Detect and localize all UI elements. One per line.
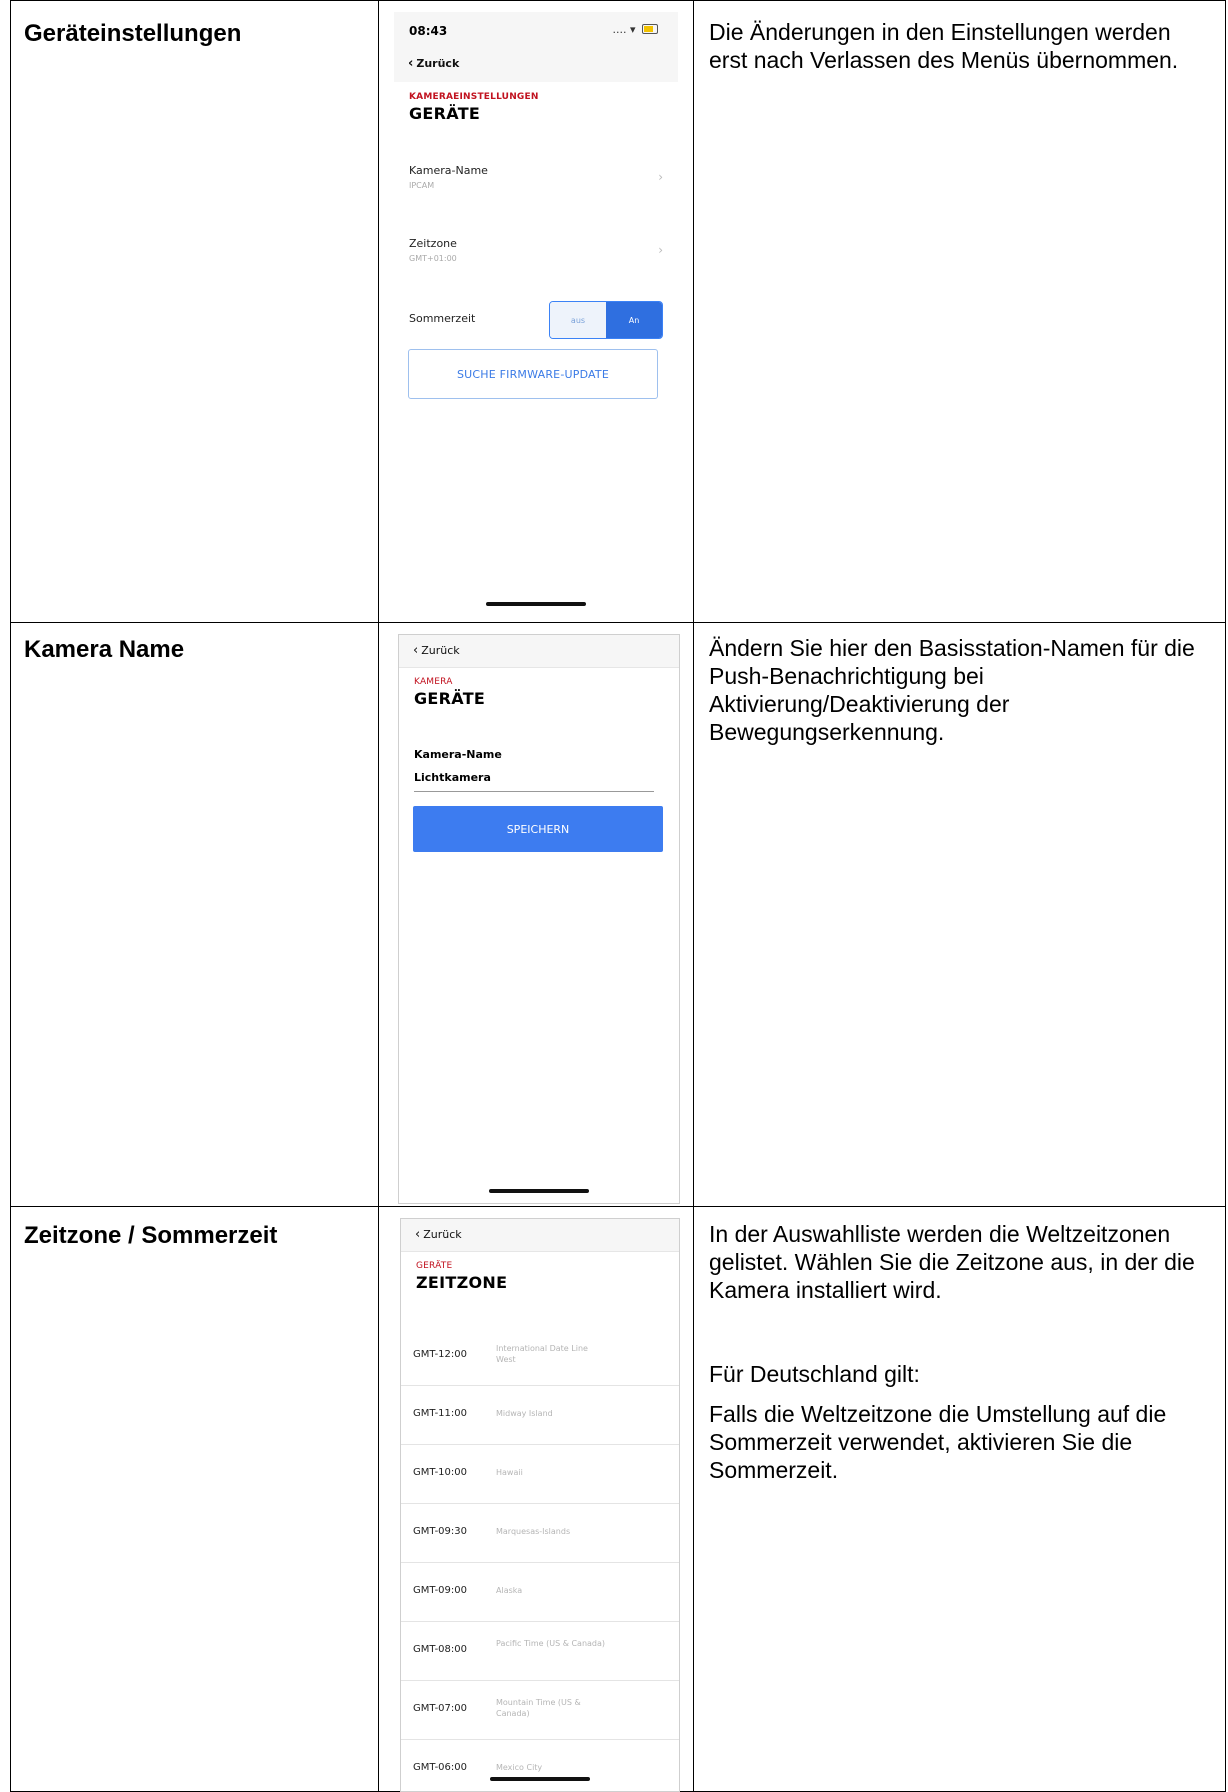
home-indicator bbox=[486, 602, 586, 606]
row-title: Geräteinstellungen bbox=[24, 20, 242, 47]
description-paragraph: Für Deutschland gilt: bbox=[709, 1361, 920, 1387]
table-border-top bbox=[10, 0, 1226, 1]
phone-screenshot-camera-name: ‹ Zurück KAMERA GERÄTE Kamera-Name Lichtk… bbox=[398, 634, 680, 1204]
screen-kicker: KAMERAEINSTELLUNGEN bbox=[409, 92, 539, 102]
save-button[interactable]: SPEICHERN bbox=[413, 806, 663, 852]
timezone-code: GMT-08:00 bbox=[413, 1644, 467, 1655]
table-border-right bbox=[1225, 0, 1226, 1792]
row-title: Zeitzone / Sommerzeit bbox=[24, 1222, 278, 1249]
timezone-name: Hawaii bbox=[496, 1468, 523, 1477]
timezone-name: Midway Island bbox=[496, 1409, 553, 1418]
navbar: ‹ Zurück bbox=[394, 46, 678, 82]
timezone-row[interactable]: GMT-09:30 Marquesas-Islands bbox=[401, 1504, 679, 1563]
screen-kicker: KAMERA bbox=[414, 677, 453, 687]
dst-toggle[interactable]: aus An bbox=[549, 301, 663, 339]
timezone-code: GMT-12:00 bbox=[413, 1349, 467, 1360]
chevron-left-icon: ‹ bbox=[413, 643, 419, 658]
back-label: Zurück bbox=[421, 644, 460, 657]
dst-off-option[interactable]: aus bbox=[550, 302, 606, 338]
signal-icon: .... bbox=[612, 23, 627, 36]
chevron-left-icon: ‹ bbox=[408, 56, 414, 71]
row-divider bbox=[10, 1206, 1226, 1207]
firmware-update-button[interactable]: SUCHE FIRMWARE-UPDATE bbox=[408, 349, 658, 399]
back-button[interactable]: ‹ Zurück bbox=[408, 56, 459, 71]
instruction-table: Geräteinstellungen 08:43 .... ▾ ‹ Zurück … bbox=[10, 0, 1226, 1792]
description-paragraph: In der Auswahlliste werden die Weltzeitz… bbox=[709, 1221, 1195, 1303]
status-bar: 08:43 .... ▾ bbox=[394, 12, 678, 46]
wifi-icon: ▾ bbox=[629, 23, 636, 36]
back-label: Zurück bbox=[416, 57, 460, 70]
timezone-code: GMT-09:00 bbox=[413, 1585, 467, 1596]
row-title: Kamera Name bbox=[24, 636, 185, 663]
row-description: In der Auswahlliste werden die Weltzeitz… bbox=[709, 1220, 1209, 1484]
timezone-row[interactable]: GMT-11:00 Midway Island bbox=[401, 1386, 679, 1445]
phone-screenshot-device-settings: 08:43 .... ▾ ‹ Zurück KAMERAEINSTELLUNGEN… bbox=[394, 12, 678, 616]
timezone-row[interactable]: GMT-10:00 Hawaii bbox=[401, 1445, 679, 1504]
table-border-left bbox=[10, 0, 11, 1792]
timezone-name: Marquesas-Islands bbox=[496, 1527, 571, 1536]
row-divider bbox=[10, 622, 1226, 623]
chevron-right-icon: › bbox=[658, 243, 663, 257]
timezone-list: GMT-12:00 International Date Line West G… bbox=[401, 1327, 679, 1791]
phone-screenshot-timezone: ‹ Zurück GERÄTE ZEITZONE GMT-12:00 Intern… bbox=[400, 1218, 680, 1792]
description-paragraph: Falls die Weltzeitzone die Umstellung au… bbox=[709, 1401, 1167, 1483]
row-description: Die Änderungen in den Einstellungen werd… bbox=[709, 18, 1209, 74]
dst-label: Sommerzeit bbox=[409, 312, 476, 325]
screen-title: ZEITZONE bbox=[416, 1273, 508, 1292]
timezone-code: GMT-11:00 bbox=[413, 1408, 467, 1419]
setting-label: Zeitzone bbox=[409, 237, 457, 250]
timezone-row[interactable]: GMT-06:00 Mexico City bbox=[401, 1740, 679, 1791]
setting-label: Kamera-Name bbox=[409, 164, 488, 177]
chevron-left-icon: ‹ bbox=[415, 1227, 421, 1242]
timezone-code: GMT-09:30 bbox=[413, 1526, 467, 1537]
status-icons: .... ▾ bbox=[612, 23, 658, 36]
status-time: 08:43 bbox=[409, 24, 448, 38]
timezone-row[interactable]: GMT-09:00 Alaska bbox=[401, 1563, 679, 1622]
row-description: Ändern Sie hier den Basisstation-Namen f… bbox=[709, 634, 1209, 746]
timezone-name: Mexico City bbox=[496, 1763, 543, 1772]
column-divider bbox=[378, 0, 379, 1792]
navbar: ‹ Zurück bbox=[401, 1219, 679, 1252]
timezone-name: Pacific Time (US & Canada) bbox=[496, 1639, 606, 1648]
camera-name-input[interactable]: Lichtkamera bbox=[414, 771, 654, 792]
timezone-code: GMT-10:00 bbox=[413, 1467, 467, 1478]
screen-title: GERÄTE bbox=[414, 689, 486, 708]
timezone-name: Mountain Time (US & Canada) bbox=[496, 1698, 581, 1718]
back-button[interactable]: ‹ Zurück bbox=[415, 1227, 462, 1242]
battery-icon bbox=[642, 24, 658, 34]
navbar: ‹ Zurück bbox=[399, 635, 679, 668]
timezone-row[interactable]: GMT-07:00 Mountain Time (US & Canada) bbox=[401, 1681, 679, 1740]
dst-on-option[interactable]: An bbox=[606, 302, 662, 338]
field-label: Kamera-Name bbox=[414, 748, 502, 761]
home-indicator bbox=[490, 1777, 590, 1781]
timezone-name: Alaska bbox=[496, 1586, 523, 1595]
chevron-right-icon: › bbox=[658, 170, 663, 184]
description-paragraph: Die Änderungen in den Einstellungen werd… bbox=[709, 19, 1179, 73]
screen-title: GERÄTE bbox=[409, 104, 481, 123]
home-indicator bbox=[489, 1189, 589, 1193]
screen-kicker: GERÄTE bbox=[416, 1261, 453, 1271]
description-paragraph: Ändern Sie hier den Basisstation-Namen f… bbox=[709, 635, 1195, 745]
setting-camera-name[interactable]: Kamera-Name IPCAM › bbox=[409, 164, 663, 190]
timezone-code: GMT-07:00 bbox=[413, 1703, 467, 1714]
back-button[interactable]: ‹ Zurück bbox=[413, 643, 460, 658]
timezone-row[interactable]: GMT-08:00 Pacific Time (US & Canada) bbox=[401, 1622, 679, 1681]
timezone-code: GMT-06:00 bbox=[413, 1762, 467, 1773]
setting-value: IPCAM bbox=[409, 181, 435, 190]
column-divider bbox=[693, 0, 694, 1792]
setting-timezone[interactable]: Zeitzone GMT+01:00 › bbox=[409, 237, 663, 263]
timezone-row[interactable]: GMT-12:00 International Date Line West bbox=[401, 1327, 679, 1386]
timezone-name: International Date Line West bbox=[496, 1344, 588, 1364]
setting-value: GMT+01:00 bbox=[409, 254, 457, 263]
back-label: Zurück bbox=[423, 1228, 462, 1241]
